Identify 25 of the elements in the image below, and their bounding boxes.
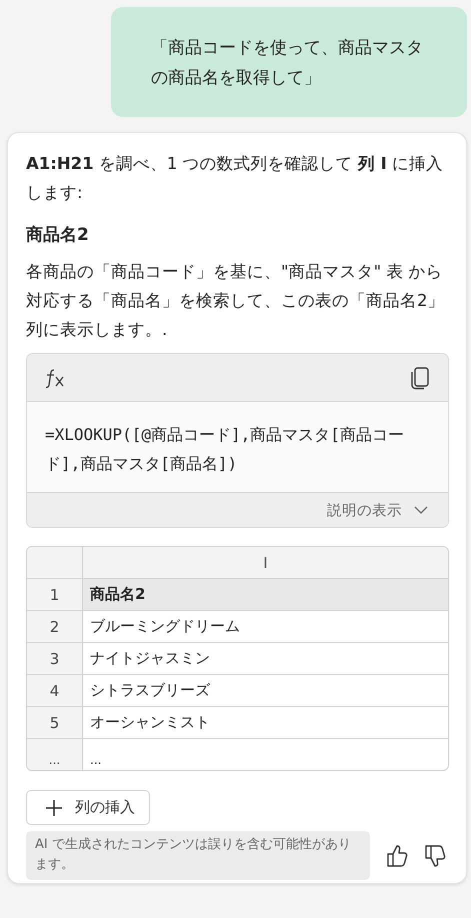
thumbs-up-icon[interactable] [386, 844, 408, 868]
row-number: 2 [27, 611, 83, 642]
plus-icon [45, 798, 63, 816]
show-explanation-button[interactable]: 説明の表示 [327, 500, 428, 520]
copy-icon[interactable] [410, 366, 430, 390]
thumbs-down-icon[interactable] [424, 844, 446, 868]
row-number: 1 [27, 579, 83, 610]
insert-column-button[interactable]: 列の挿入 [26, 790, 150, 825]
table-cell-text: オーシャンミスト [89, 712, 211, 733]
response-text: A1:H21 を調べ、1 つの数式列を確認して 列 I に挿入します: [26, 153, 444, 204]
formula-description: 各商品の「商品コード」を基に、"商品マスタ" 表 から対応する「商品名」を検索して、この表の「商品名2」列に表示します。. [26, 261, 446, 341]
row-number: 5 [27, 707, 83, 738]
user-message: 「商品コードを使って、商品マスタの商品名を取得して」 [111, 7, 467, 117]
row-number: ... [27, 739, 83, 770]
column-header: I [262, 552, 269, 574]
ai-disclaimer: AI で生成されたコンテンツは誤りを含む可能性があります。 [26, 831, 370, 880]
row-number: 3 [27, 643, 83, 674]
table-cell-text: シトラスブリーズ [89, 680, 211, 701]
chevron-down-icon [414, 505, 428, 515]
table-cell-text: ナイトジャスミン [89, 648, 211, 669]
row-number: 4 [27, 675, 83, 706]
table-cell-text: ... [89, 752, 102, 769]
formula-heading: 商品名2 [26, 224, 90, 247]
table-cell: 商品名2 [83, 579, 448, 610]
table-cell-text: ブルーミングドリーム [89, 616, 241, 637]
